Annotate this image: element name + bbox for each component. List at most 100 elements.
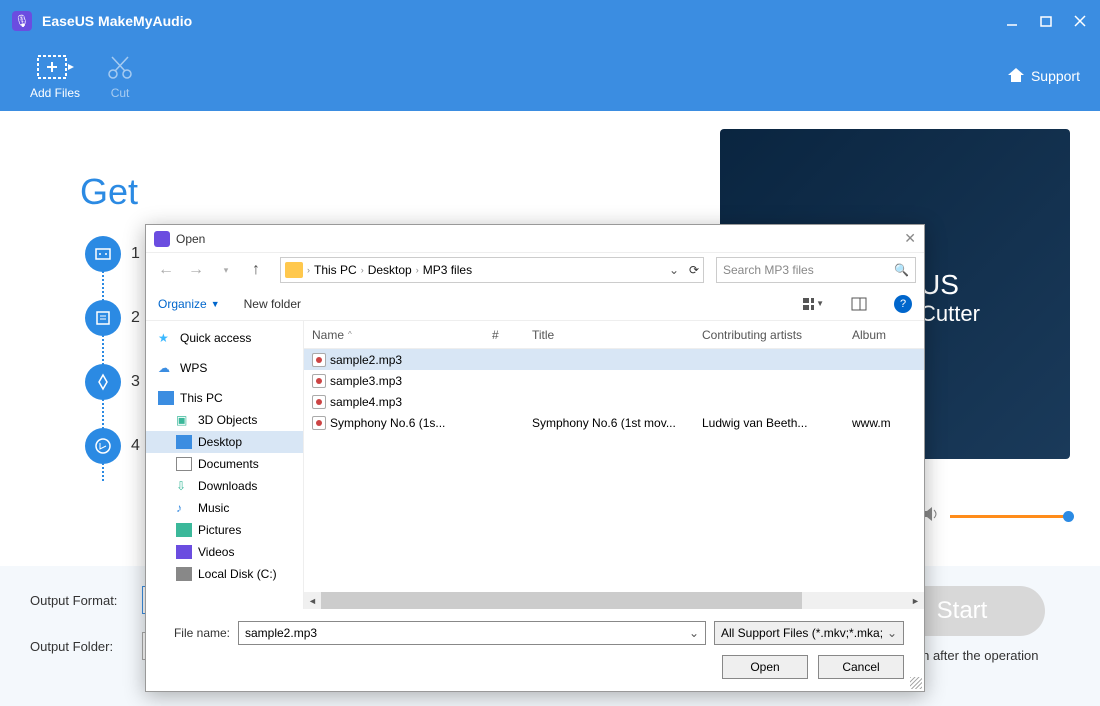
- nav-forward-button[interactable]: →: [184, 258, 208, 282]
- step-3-num: 3: [131, 373, 140, 391]
- volume-control[interactable]: [922, 506, 1070, 527]
- dialog-nav: ← → ▾ ↑ › This PC › Desktop › MP3 files …: [146, 253, 924, 287]
- star-icon: ★: [158, 331, 174, 345]
- filename-input[interactable]: sample2.mp3⌄: [238, 621, 706, 645]
- col-num[interactable]: #: [484, 328, 524, 342]
- titlebar: 🎙 EaseUS MakeMyAudio: [0, 0, 1100, 41]
- breadcrumb-item[interactable]: This PC: [314, 263, 357, 277]
- dialog-close-button[interactable]: ✕: [904, 230, 916, 247]
- scroll-right-button[interactable]: ►: [907, 592, 924, 609]
- audio-file-icon: [312, 353, 326, 367]
- cut-icon: [100, 52, 140, 82]
- add-files-button[interactable]: Add Files: [20, 52, 90, 100]
- main-toolbar: Add Files Cut Support: [0, 41, 1100, 111]
- col-artist[interactable]: Contributing artists: [694, 328, 844, 342]
- step-3-icon: [85, 364, 121, 400]
- dropdown-icon[interactable]: ⌄: [887, 626, 897, 640]
- col-name[interactable]: Name^: [304, 328, 484, 342]
- dialog-toolbar: Organize ▼ New folder ▼ ?: [146, 287, 924, 321]
- sidebar-videos[interactable]: Videos: [146, 541, 303, 563]
- dialog-bottom: File name: sample2.mp3⌄ All Support File…: [146, 609, 924, 691]
- search-icon: 🔍: [894, 263, 909, 277]
- start-label: Start: [937, 597, 988, 625]
- horizontal-scrollbar[interactable]: ◄ ►: [304, 592, 924, 609]
- file-list: sample2.mp3sample3.mp3sample4.mp3Symphon…: [304, 349, 924, 592]
- resize-grip[interactable]: [910, 677, 922, 689]
- file-row[interactable]: sample4.mp3: [304, 391, 924, 412]
- music-icon: ♪: [176, 501, 192, 515]
- sidebar-local-disk[interactable]: Local Disk (C:): [146, 563, 303, 585]
- maximize-button[interactable]: [1038, 13, 1054, 29]
- new-folder-button[interactable]: New folder: [244, 297, 301, 311]
- download-icon: ⇩: [176, 479, 192, 493]
- cut-button[interactable]: Cut: [90, 52, 150, 100]
- preview-pane-button[interactable]: [848, 293, 870, 315]
- breadcrumb-item[interactable]: Desktop: [368, 263, 412, 277]
- minimize-button[interactable]: [1004, 13, 1020, 29]
- step-1-num: 1: [131, 245, 140, 263]
- document-icon: [176, 457, 192, 471]
- sidebar-music[interactable]: ♪Music: [146, 497, 303, 519]
- output-folder-label: Output Folder:: [30, 639, 128, 654]
- audio-file-icon: [312, 416, 326, 430]
- volume-slider[interactable]: [950, 515, 1070, 518]
- main-area: Get 1 2 3 4 US Cutter Output Format: WAV…: [0, 111, 1100, 706]
- step-1-icon: [85, 236, 121, 272]
- banner-title: US: [920, 269, 980, 301]
- close-button[interactable]: [1072, 13, 1088, 29]
- cancel-button[interactable]: Cancel: [818, 655, 904, 679]
- col-album[interactable]: Album: [844, 328, 924, 342]
- sidebar-desktop[interactable]: Desktop: [146, 431, 303, 453]
- nav-recent-button[interactable]: ▾: [214, 258, 238, 282]
- audio-file-icon: [312, 374, 326, 388]
- sidebar-quick-access[interactable]: ★Quick access: [146, 327, 303, 349]
- file-row[interactable]: sample3.mp3: [304, 370, 924, 391]
- desktop-icon: [176, 435, 192, 449]
- dialog-app-icon: [154, 231, 170, 247]
- step-2-icon: [85, 300, 121, 336]
- sidebar-wps[interactable]: ☁WPS: [146, 357, 303, 379]
- app-title: EaseUS MakeMyAudio: [42, 13, 1004, 29]
- sidebar-documents[interactable]: Documents: [146, 453, 303, 475]
- nav-back-button[interactable]: ←: [154, 258, 178, 282]
- file-list-area: Name^ # Title Contributing artists Album…: [304, 321, 924, 609]
- support-button[interactable]: Support: [1007, 67, 1080, 86]
- search-input[interactable]: Search MP3 files 🔍: [716, 257, 916, 283]
- breadcrumb[interactable]: › This PC › Desktop › MP3 files ⌄ ⟳: [280, 257, 704, 283]
- file-columns: Name^ # Title Contributing artists Album: [304, 321, 924, 349]
- sidebar-pictures[interactable]: Pictures: [146, 519, 303, 541]
- file-row[interactable]: sample2.mp3: [304, 349, 924, 370]
- add-files-icon: [35, 52, 75, 82]
- refresh-button[interactable]: ⟳: [689, 263, 699, 277]
- sidebar-3d-objects[interactable]: ▣3D Objects: [146, 409, 303, 431]
- file-filter-combo[interactable]: All Support Files (*.mkv;*.mka;⌄: [714, 621, 904, 645]
- view-mode-button[interactable]: ▼: [802, 293, 824, 315]
- breadcrumb-dropdown[interactable]: ⌄: [669, 263, 679, 277]
- help-button[interactable]: ?: [894, 295, 912, 313]
- open-button[interactable]: Open: [722, 655, 808, 679]
- file-open-dialog: Open ✕ ← → ▾ ↑ › This PC › Desktop › MP3…: [145, 224, 925, 692]
- col-title[interactable]: Title: [524, 328, 694, 342]
- video-icon: [176, 545, 192, 559]
- filename-label: File name:: [166, 626, 230, 640]
- sort-asc-icon: ^: [348, 330, 352, 339]
- breadcrumb-item[interactable]: MP3 files: [423, 263, 472, 277]
- sidebar-downloads[interactable]: ⇩Downloads: [146, 475, 303, 497]
- sidebar-this-pc[interactable]: This PC: [146, 387, 303, 409]
- cube-icon: ▣: [176, 413, 192, 427]
- nav-up-button[interactable]: ↑: [244, 258, 268, 282]
- add-files-label: Add Files: [30, 86, 80, 100]
- dialog-titlebar: Open ✕: [146, 225, 924, 253]
- organize-button[interactable]: Organize ▼: [158, 297, 220, 311]
- support-label: Support: [1031, 68, 1080, 84]
- app-logo-icon: 🎙: [12, 11, 32, 31]
- file-row[interactable]: Symphony No.6 (1s...Symphony No.6 (1st m…: [304, 412, 924, 433]
- picture-icon: [176, 523, 192, 537]
- step-4-icon: [85, 428, 121, 464]
- search-placeholder: Search MP3 files: [723, 263, 814, 277]
- steps-list: 1 2 3 4: [85, 236, 140, 492]
- dropdown-icon[interactable]: ⌄: [689, 626, 699, 640]
- scroll-left-button[interactable]: ◄: [304, 592, 321, 609]
- step-2-num: 2: [131, 309, 140, 327]
- scroll-thumb[interactable]: [321, 592, 802, 609]
